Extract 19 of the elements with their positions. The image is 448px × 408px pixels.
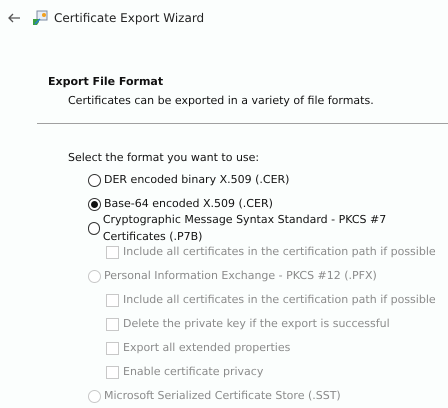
section-heading: Export File Format [48,74,164,90]
option-label: Personal Information Exchange - PKCS #12 (.PFX) [104,268,377,284]
option-label: Include all certificates in the certification path if possible [123,244,436,260]
section-description: Certificates can be exported in a variety of file formats. [67,92,375,108]
back-arrow-icon[interactable] [8,13,20,23]
option-label: Base-64 encoded X.509 (.CER) [104,196,273,212]
option-label: Cryptographic Message Syntax Standard - PKCS #7 Certificates (.P7B) [102,212,388,244]
option-label: DER encoded binary X.509 (.CER) [104,172,290,188]
option-label: Enable certificate privacy [123,364,264,380]
option-label: Include all certificates in the certification path if possible [123,292,436,308]
option-label: Microsoft Serialized Certificate Store (.SST) [104,388,341,404]
option-label: Export all extended properties [123,340,290,356]
option-label: Delete the private key if the export is successful [123,316,390,332]
window-title: Certificate Export Wizard [54,10,204,27]
radio-button[interactable] [88,222,100,235]
radio-button[interactable] [88,198,101,211]
certificate-icon [32,10,48,26]
radio-button[interactable] [88,174,101,187]
prompt-text: Select the format you want to use: [68,150,260,166]
